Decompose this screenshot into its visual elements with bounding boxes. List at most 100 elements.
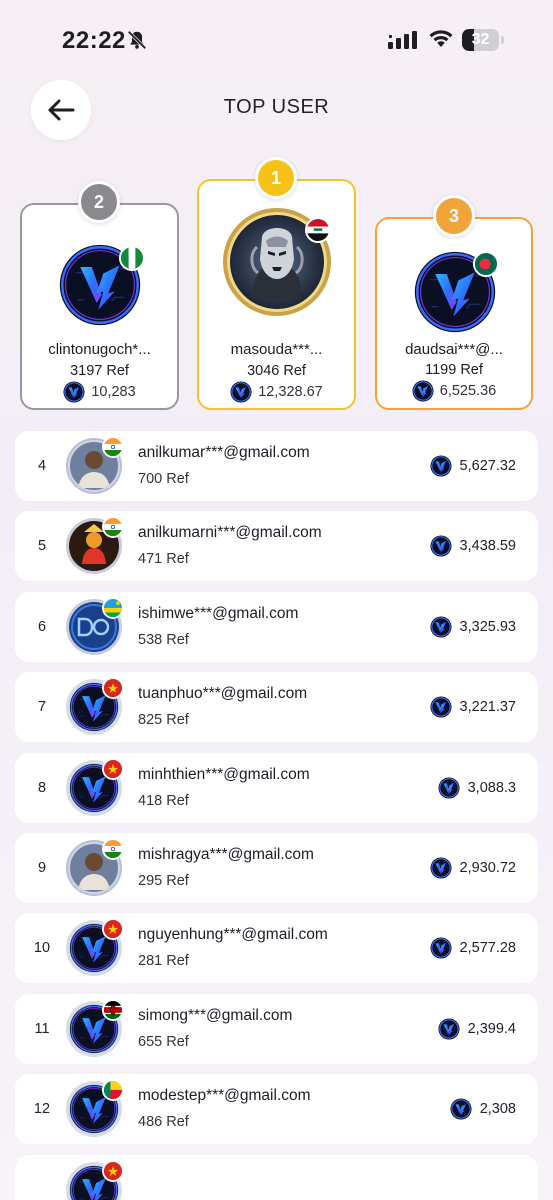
india-flag-icon — [102, 436, 124, 458]
row-email: nguyenhung***@gmail.com — [138, 926, 328, 943]
row-rank: 10 — [33, 940, 51, 956]
row-email: ishimwe***@gmail.com — [138, 605, 299, 622]
row-amount: 2,308 — [450, 1074, 516, 1144]
podium-amount: 10,283 — [22, 381, 177, 403]
token-coin-icon — [430, 696, 452, 718]
row-amount: 2,577.28 — [430, 913, 516, 983]
bangladesh-flag-icon — [473, 251, 499, 277]
row-amount: 2,930.72 — [430, 833, 516, 903]
token-coin-icon — [430, 535, 452, 557]
podium-card-rank-1[interactable]: 1 masouda***... 3046 Ref 12,328.67 — [197, 157, 356, 410]
row-amount-value: 2,399.4 — [467, 1021, 516, 1037]
leaderboard-row[interactable]: 9 mishragya***@gmail.com 295 Ref 2,930.72 — [15, 833, 538, 903]
podium-username: clintonugoch*... — [48, 341, 151, 358]
row-rank: 12 — [33, 1101, 51, 1117]
row-email: tuanphuo***@gmail.com — [138, 685, 308, 702]
podium-card-rank-2[interactable]: 2 clintonugoch*... 3197 Ref 10,283 — [20, 181, 179, 410]
podium-amount: 12,328.67 — [199, 381, 354, 403]
row-amount-value: 3,438.59 — [459, 538, 516, 554]
row-rank: 8 — [37, 780, 47, 796]
token-coin-icon — [430, 455, 452, 477]
row-email: modestep***@gmail.com — [138, 1087, 311, 1104]
nigeria-flag-icon — [119, 245, 145, 271]
row-referrals: 295 Ref — [138, 873, 189, 889]
token-coin-icon — [230, 381, 252, 403]
vietnam-flag-icon — [102, 677, 124, 699]
row-rank: 9 — [37, 860, 47, 876]
row-referrals: 418 Ref — [138, 793, 189, 809]
podium-username: masouda***... — [230, 341, 323, 358]
podium-referrals: 1199 Ref — [425, 362, 483, 378]
podium-username: daudsai***@... — [405, 341, 503, 358]
leaderboard-row[interactable] — [15, 1155, 538, 1200]
row-amount-value: 3,221.37 — [459, 699, 516, 715]
rwanda-flag-icon — [102, 597, 124, 619]
token-coin-icon — [430, 616, 452, 638]
token-coin-icon — [438, 1018, 460, 1040]
page-title: TOP USER — [223, 96, 330, 118]
kenya-flag-icon — [102, 999, 124, 1021]
row-email: simong***@gmail.com — [138, 1007, 293, 1024]
iraq-flag-icon — [305, 217, 331, 243]
podium-card-rank-3[interactable]: 3 daudsai***@... 1199 Ref 6,525.36 — [375, 195, 533, 410]
row-amount: 3,325.93 — [430, 592, 516, 662]
row-email: anilkumarni***@gmail.com — [138, 524, 322, 541]
row-amount-value: 2,308 — [479, 1101, 516, 1117]
row-amount-value: 2,930.72 — [459, 860, 516, 876]
benin-flag-icon — [102, 1079, 124, 1101]
leaderboard-row[interactable]: 10 nguyenhung***@gmail.com 281 Ref 2,577.28 — [15, 913, 538, 983]
leaderboard-row[interactable]: 4 anilkumar***@gmail.com 700 Ref 5,627.32 — [15, 431, 538, 501]
status-time: 22:22 — [62, 27, 126, 54]
podium-referrals: 3197 Ref — [70, 363, 129, 379]
token-coin-icon — [430, 937, 452, 959]
token-coin-icon — [438, 777, 460, 799]
row-rank: 11 — [34, 1021, 50, 1037]
row-amount: 3,438.59 — [430, 511, 516, 581]
row-amount: 3,221.37 — [430, 672, 516, 742]
leaderboard-row[interactable]: 6 ishimwe***@gmail.com 538 Ref 3,325.93 — [15, 592, 538, 662]
rank-badge: 2 — [78, 181, 120, 223]
leaderboard-row[interactable]: 11 simong***@gmail.com 655 Ref 2,399.4 — [15, 994, 538, 1064]
leaderboard-row[interactable]: 7 tuanphuo***@gmail.com 825 Ref 3,221.37 — [15, 672, 538, 742]
signal-icon — [388, 31, 417, 49]
podium-referrals: 3046 Ref — [247, 363, 306, 379]
podium-amount: 6,525.36 — [377, 380, 531, 402]
row-referrals: 486 Ref — [138, 1114, 189, 1130]
status-bar: 22:22 32 — [0, 0, 553, 80]
row-referrals: 281 Ref — [138, 953, 189, 969]
rank-badge: 1 — [255, 157, 297, 199]
row-amount-value: 5,627.32 — [459, 458, 516, 474]
leaderboard-row[interactable]: 8 minhthien***@gmail.com 418 Ref 3,088.3 — [15, 753, 538, 823]
battery-indicator: 32 — [462, 29, 504, 51]
vietnam-flag-icon — [102, 918, 124, 940]
podium-amount-value: 6,525.36 — [439, 383, 497, 399]
vietnam-flag-icon — [102, 758, 124, 780]
row-amount: 3,088.3 — [438, 753, 516, 823]
row-amount-value: 3,088.3 — [467, 780, 516, 796]
row-rank: 5 — [37, 538, 47, 554]
india-flag-icon — [102, 516, 124, 538]
row-referrals: 538 Ref — [138, 632, 189, 648]
leaderboard-row[interactable]: 5 anilkumarni***@gmail.com 471 Ref 3,438.59 — [15, 511, 538, 581]
row-email: minhthien***@gmail.com — [138, 766, 310, 783]
wifi-icon — [429, 30, 453, 47]
bell-muted-icon — [127, 30, 147, 50]
row-referrals: 471 Ref — [138, 551, 189, 567]
token-coin-icon — [430, 857, 452, 879]
row-amount-value: 2,577.28 — [459, 940, 516, 956]
battery-percent: 32 — [471, 31, 490, 48]
leaderboard-row[interactable]: 12 modestep***@gmail.com 486 Ref 2,308 — [15, 1074, 538, 1144]
row-rank: 7 — [37, 699, 47, 715]
podium-amount-value: 12,328.67 — [258, 384, 323, 400]
row-rank: 4 — [37, 458, 47, 474]
row-rank — [15, 1155, 69, 1200]
row-referrals: 700 Ref — [138, 471, 189, 487]
row-referrals: 655 Ref — [138, 1034, 189, 1050]
india-flag-icon — [102, 838, 124, 860]
row-amount: 5,627.32 — [430, 431, 516, 501]
row-referrals: 825 Ref — [138, 712, 189, 728]
row-amount-value: 3,325.93 — [459, 619, 516, 635]
podium-amount-value: 10,283 — [91, 384, 136, 400]
row-amount: 2,399.4 — [438, 994, 516, 1064]
token-coin-icon — [63, 381, 85, 403]
